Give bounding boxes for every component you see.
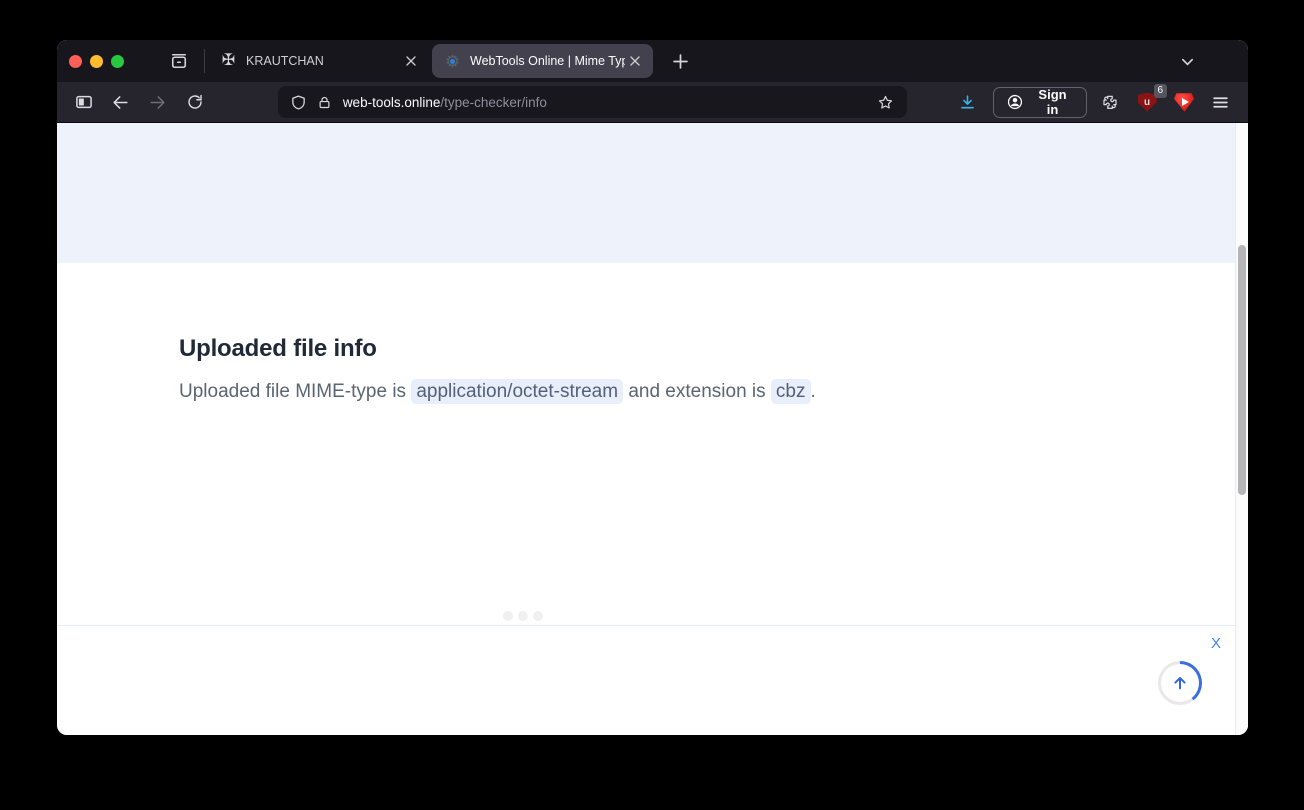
- file-info-suffix: .: [811, 381, 816, 402]
- ublock-letter: u: [1144, 97, 1150, 108]
- tab-title: WebTools Online | Mime Type Ch: [470, 54, 625, 68]
- gear-favicon-icon: ⚙: [444, 53, 461, 70]
- close-tab-button[interactable]: [401, 51, 421, 71]
- ad-area-divider: [57, 625, 1235, 626]
- lock-icon[interactable]: [317, 95, 332, 110]
- browser-window: ✠ KRAUTCHAN ⚙ WebTools Online | Mime Typ…: [57, 40, 1248, 735]
- hamburger-menu-icon: [1212, 94, 1229, 111]
- firefox-view-icon: [169, 51, 189, 71]
- close-icon: [405, 55, 417, 67]
- file-info-text: Uploaded file MIME-type is application/o…: [179, 381, 816, 403]
- window-controls: [57, 55, 124, 68]
- close-window-button[interactable]: [69, 55, 82, 68]
- downloads-button[interactable]: [953, 87, 983, 117]
- list-all-tabs-button[interactable]: [1172, 46, 1202, 76]
- scroll-progress-ring-inner: [1161, 664, 1199, 702]
- chevron-down-icon: [1180, 54, 1195, 69]
- arrow-up-icon: [1170, 673, 1190, 693]
- bookmark-star-button[interactable]: [873, 89, 899, 115]
- page-content: Uploaded file info Uploaded file MIME-ty…: [57, 123, 1248, 735]
- new-tab-button[interactable]: [665, 46, 695, 76]
- tab-krautchan[interactable]: ✠ KRAUTCHAN: [208, 44, 429, 78]
- url-host: web-tools.online: [343, 95, 441, 110]
- loading-dot: [533, 611, 543, 621]
- file-info-prefix: Uploaded file MIME-type is: [179, 381, 411, 402]
- maltese-cross-favicon-icon: ✠: [220, 53, 237, 70]
- extensions-button[interactable]: [1095, 87, 1125, 117]
- ublock-badge: 6: [1154, 84, 1168, 98]
- tab-title: KRAUTCHAN: [246, 54, 401, 68]
- ad-close-link[interactable]: X: [1207, 633, 1225, 654]
- tracking-protection-shield-icon[interactable]: [290, 94, 307, 111]
- loading-dot: [503, 611, 513, 621]
- minimize-window-button[interactable]: [90, 55, 103, 68]
- scrollbar-thumb[interactable]: [1238, 245, 1246, 495]
- page-top-banner: [57, 123, 1248, 263]
- reload-icon: [186, 93, 204, 111]
- back-arrow-icon: [111, 93, 130, 112]
- adblock-youtube-icon: [1174, 92, 1194, 112]
- extension-value: cbz: [771, 379, 811, 404]
- page-title: Uploaded file info: [179, 335, 377, 363]
- sign-in-label: Sign in: [1031, 87, 1074, 117]
- scrollbar-track[interactable]: [1235, 123, 1248, 735]
- sign-in-button[interactable]: Sign in: [993, 87, 1087, 118]
- close-tab-button[interactable]: [625, 51, 645, 71]
- back-button[interactable]: [106, 87, 136, 117]
- tab-webtools-active[interactable]: ⚙ WebTools Online | Mime Type Ch: [432, 44, 653, 78]
- url-path: /type-checker/info: [440, 95, 547, 110]
- forward-arrow-icon: [148, 93, 167, 112]
- desktop-background: ✠ KRAUTCHAN ⚙ WebTools Online | Mime Typ…: [0, 0, 1304, 810]
- play-triangle-icon: [1182, 98, 1189, 106]
- ad-loading-dots: [503, 611, 543, 621]
- reload-button[interactable]: [180, 87, 210, 117]
- download-icon: [958, 93, 977, 112]
- plus-icon: [673, 54, 688, 69]
- url-bar[interactable]: web-tools.online/type-checker/info: [278, 86, 907, 118]
- mime-type-value: application/octet-stream: [411, 379, 623, 404]
- close-icon: [629, 55, 641, 67]
- tab-bar: ✠ KRAUTCHAN ⚙ WebTools Online | Mime Typ…: [57, 40, 1248, 82]
- sidebar-toggle-button[interactable]: [69, 87, 99, 117]
- ublock-origin-button[interactable]: u 6: [1132, 87, 1162, 117]
- scroll-progress-ring: [1158, 661, 1202, 705]
- firefox-view-button[interactable]: [164, 46, 194, 76]
- adblock-youtube-button[interactable]: [1169, 87, 1199, 117]
- forward-button[interactable]: [143, 87, 173, 117]
- account-icon: [1006, 93, 1024, 111]
- application-menu-button[interactable]: [1206, 87, 1236, 117]
- loading-dot: [518, 611, 528, 621]
- tab-separator: [204, 49, 205, 73]
- file-info-middle: and extension is: [623, 381, 771, 402]
- star-icon: [877, 94, 894, 111]
- scroll-to-top-button[interactable]: [1158, 661, 1202, 705]
- fullscreen-window-button[interactable]: [111, 55, 124, 68]
- navigation-toolbar: web-tools.online/type-checker/info: [57, 82, 1248, 123]
- puzzle-piece-icon: [1101, 93, 1119, 111]
- sidebar-icon: [74, 92, 94, 112]
